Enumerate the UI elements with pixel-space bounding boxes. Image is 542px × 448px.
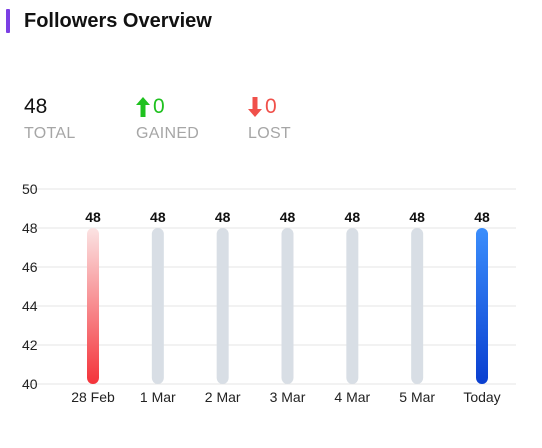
y-tick-label: 46 (22, 259, 38, 275)
data-label: 48 (409, 209, 425, 225)
data-label: 48 (280, 209, 296, 225)
x-tick-label: 5 Mar (399, 389, 435, 405)
bar (411, 228, 424, 384)
y-tick-label: 40 (22, 376, 38, 392)
bar (87, 228, 99, 384)
x-tick-label: 4 Mar (334, 389, 370, 405)
y-tick-label: 50 (22, 181, 38, 197)
data-label: 48 (215, 209, 231, 225)
x-tick-label: Today (463, 389, 500, 405)
y-tick-label: 44 (22, 298, 38, 314)
data-label: 48 (150, 209, 166, 225)
followers-overview-panel: Followers Overview 48 TOTAL 0 GAINED 0 L… (0, 0, 542, 448)
x-tick-label: 28 Feb (71, 389, 115, 405)
x-tick-label: 2 Mar (205, 389, 241, 405)
x-tick-label: 3 Mar (270, 389, 306, 405)
data-label: 48 (85, 209, 101, 225)
bar (151, 228, 164, 384)
bar (281, 228, 294, 384)
followers-bar-chart: 40 42 44 46 48 50 48 28 Feb 48 1 Mar 48 2 Mar 48 3 Ma… (22, 181, 516, 405)
x-tick-label: 1 Mar (140, 389, 176, 405)
data-label: 48 (474, 209, 490, 225)
bar (346, 228, 359, 384)
bar (476, 228, 488, 384)
y-tick-label: 48 (22, 220, 38, 236)
data-label: 48 (345, 209, 361, 225)
bar (216, 228, 229, 384)
y-tick-label: 42 (22, 337, 38, 353)
